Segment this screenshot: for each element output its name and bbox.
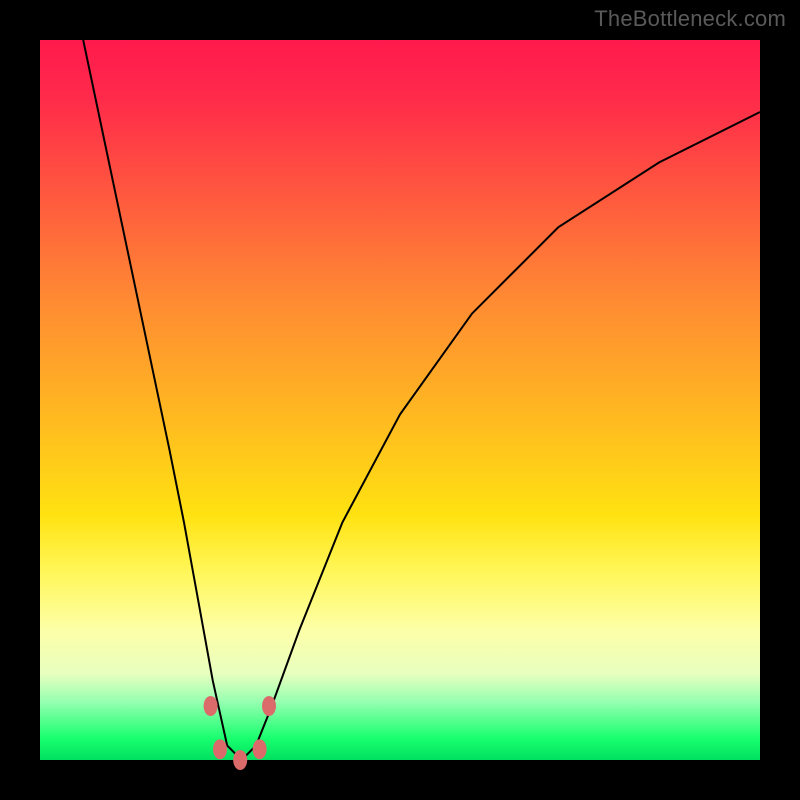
curve-marker: [253, 739, 267, 759]
chart-svg: [40, 40, 760, 760]
curve-markers: [204, 696, 276, 770]
curve-marker: [204, 696, 218, 716]
chart-frame: TheBottleneck.com: [0, 0, 800, 800]
curve-marker: [213, 739, 227, 759]
watermark-label: TheBottleneck.com: [594, 6, 786, 32]
curve-marker: [262, 696, 276, 716]
bottleneck-curve: [83, 40, 760, 760]
curve-marker: [233, 750, 247, 770]
